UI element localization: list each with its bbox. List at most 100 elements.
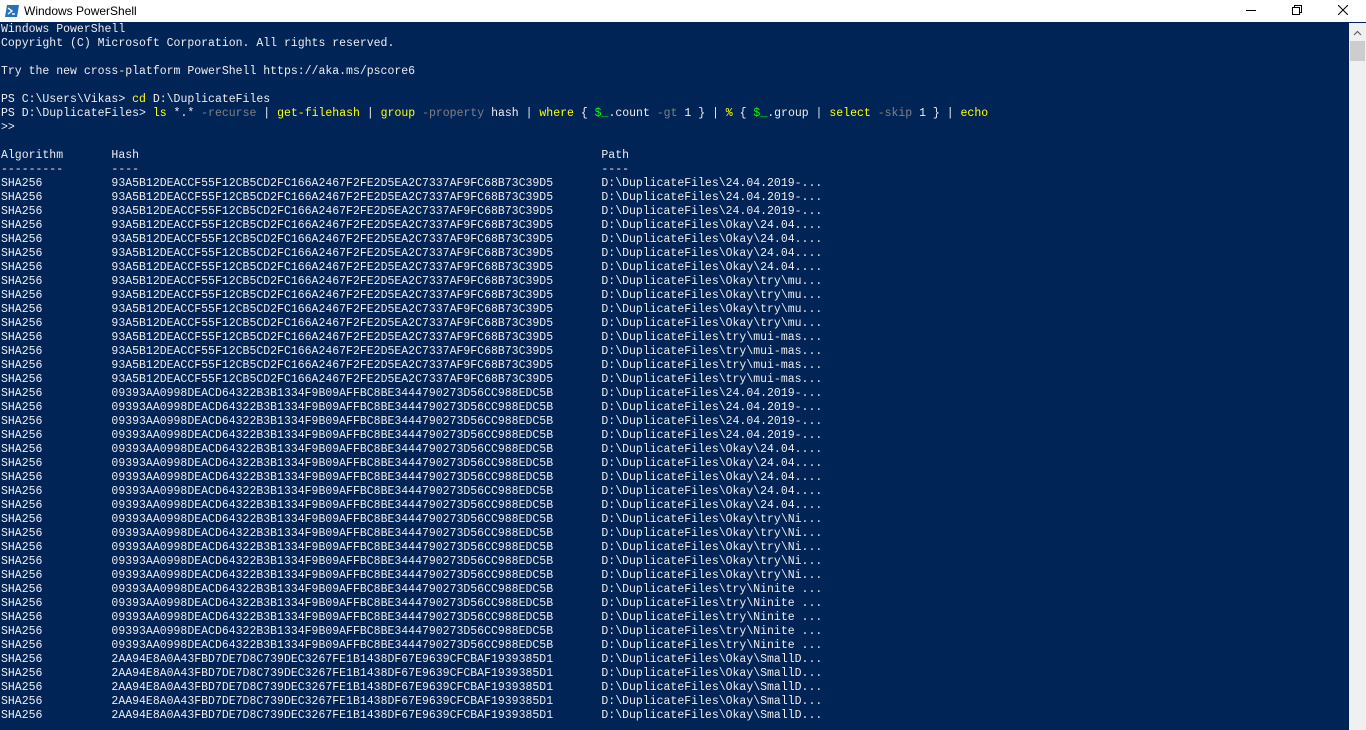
algorithm-cell: SHA256 (1, 387, 112, 400)
algorithm-cell: SHA256 (1, 471, 112, 484)
table-row: SHA256 93A5B12DEACCF55F12CB5CD2FC166A246… (0, 261, 1349, 275)
table-row: SHA256 93A5B12DEACCF55F12CB5CD2FC166A246… (0, 373, 1349, 387)
algorithm-cell: SHA256 (1, 611, 112, 624)
path-cell: D:\DuplicateFiles\Okay\try\Ni... (601, 555, 823, 568)
hash-cell: 09393AA0998DEACD64322B3B1334F9B09AFFBC8B… (111, 429, 602, 442)
banner-line: Try the new cross-platform PowerShell ht… (1, 65, 416, 78)
path-cell: D:\DuplicateFiles\try\Ninite ... (601, 611, 823, 624)
console-output[interactable]: Windows PowerShell Copyright (C) Microso… (0, 23, 1349, 730)
path-cell: ---- (601, 163, 630, 176)
path-cell: D:\DuplicateFiles\Okay\SmallD... (601, 695, 823, 708)
path-cell: D:\DuplicateFiles\Okay\try\Ni... (601, 569, 823, 582)
algorithm-cell: SHA256 (1, 415, 112, 428)
path-cell: D:\DuplicateFiles\Okay\24.04.... (601, 485, 823, 498)
table-header: Algorithm Hash Path (0, 149, 1349, 163)
path-cell: D:\DuplicateFiles\24.04.2019-... (601, 205, 823, 218)
algorithm-cell: SHA256 (1, 275, 112, 288)
prompt-line: PS C:\Users\Vikas> cd D:\DuplicateFiles (0, 93, 1349, 107)
path-cell: D:\DuplicateFiles\try\Ninite ... (601, 583, 823, 596)
path-cell: D:\DuplicateFiles\Okay\SmallD... (601, 709, 823, 722)
maximize-button[interactable] (1274, 0, 1320, 22)
hash-cell: 2AA94E8A0A43FBD7DE7D8C739DEC3267FE1B1438… (111, 695, 602, 708)
table-row: SHA256 09393AA0998DEACD64322B3B1334F9B09… (0, 597, 1349, 611)
parameter-token: -recurse (201, 107, 257, 120)
close-icon (1337, 2, 1349, 20)
window-title: Windows PowerShell (24, 4, 137, 18)
algorithm-cell: SHA256 (1, 709, 112, 722)
path-cell: D:\DuplicateFiles\Okay\24.04.... (601, 457, 823, 470)
table-row: SHA256 09393AA0998DEACD64322B3B1334F9B09… (0, 569, 1349, 583)
hash-cell: 09393AA0998DEACD64322B3B1334F9B09AFFBC8B… (111, 401, 602, 414)
banner-line: Windows PowerShell (1, 23, 126, 36)
prompt-text: PS C:\Users\Vikas> (1, 93, 133, 106)
algorithm-cell: SHA256 (1, 429, 112, 442)
algorithm-cell: SHA256 (1, 205, 112, 218)
continuation-line: >> (1, 121, 15, 134)
table-row: SHA256 2AA94E8A0A43FBD7DE7D8C739DEC3267F… (0, 667, 1349, 681)
table-row: SHA256 2AA94E8A0A43FBD7DE7D8C739DEC3267F… (0, 709, 1349, 723)
path-cell: D:\DuplicateFiles\Okay\24.04.... (601, 499, 823, 512)
table-row: SHA256 09393AA0998DEACD64322B3B1334F9B09… (0, 387, 1349, 401)
minimize-button[interactable] (1228, 0, 1274, 22)
algorithm-cell: SHA256 (1, 485, 112, 498)
algorithm-cell: SHA256 (1, 289, 112, 302)
algorithm-cell: SHA256 (1, 177, 112, 190)
path-cell: D:\DuplicateFiles\Okay\24.04.... (601, 247, 823, 260)
table-row: SHA256 93A5B12DEACCF55F12CB5CD2FC166A246… (0, 289, 1349, 303)
argument-text: D:\DuplicateFiles (145, 93, 271, 106)
table-row: SHA256 09393AA0998DEACD64322B3B1334F9B09… (0, 471, 1349, 485)
path-cell: D:\DuplicateFiles\Okay\24.04.... (601, 471, 823, 484)
algorithm-cell: SHA256 (1, 219, 112, 232)
table-row: SHA256 93A5B12DEACCF55F12CB5CD2FC166A246… (0, 247, 1349, 261)
path-cell: D:\DuplicateFiles\try\mui-mas... (601, 345, 823, 358)
scrollbar-thumb[interactable] (1350, 41, 1365, 61)
hash-cell: 09393AA0998DEACD64322B3B1334F9B09AFFBC8B… (111, 583, 602, 596)
algorithm-cell: SHA256 (1, 373, 112, 386)
text-token: *.* (166, 107, 202, 120)
hash-cell: 93A5B12DEACCF55F12CB5CD2FC166A2467F2FE2D… (111, 177, 602, 190)
vertical-scrollbar[interactable] (1349, 23, 1366, 730)
path-cell: D:\DuplicateFiles\Okay\try\mu... (601, 303, 823, 316)
powershell-icon (5, 4, 19, 18)
path-cell: D:\DuplicateFiles\Okay\SmallD... (601, 681, 823, 694)
table-row: SHA256 2AA94E8A0A43FBD7DE7D8C739DEC3267F… (0, 681, 1349, 695)
path-cell: D:\DuplicateFiles\24.04.2019-... (601, 387, 823, 400)
path-cell: D:\DuplicateFiles\Okay\24.04.... (601, 233, 823, 246)
text-token: { (732, 107, 754, 120)
text-token: .count (608, 107, 657, 120)
table-row: SHA256 93A5B12DEACCF55F12CB5CD2FC166A246… (0, 303, 1349, 317)
scroll-up-button[interactable] (1349, 23, 1366, 40)
path-cell: D:\DuplicateFiles\Okay\try\Ni... (601, 527, 823, 540)
hash-cell: 93A5B12DEACCF55F12CB5CD2FC166A2467F2FE2D… (111, 261, 602, 274)
chevron-up-icon (1353, 23, 1362, 41)
algorithm-cell: SHA256 (1, 681, 112, 694)
hash-cell: 93A5B12DEACCF55F12CB5CD2FC166A2467F2FE2D… (111, 345, 602, 358)
path-cell: D:\DuplicateFiles\Okay\24.04.... (601, 443, 823, 456)
hash-cell: 93A5B12DEACCF55F12CB5CD2FC166A2467F2FE2D… (111, 303, 602, 316)
hash-cell: 09393AA0998DEACD64322B3B1334F9B09AFFBC8B… (111, 415, 602, 428)
algorithm-cell: SHA256 (1, 513, 112, 526)
path-cell: D:\DuplicateFiles\24.04.2019-... (601, 191, 823, 204)
algorithm-cell: SHA256 (1, 331, 112, 344)
table-row: SHA256 09393AA0998DEACD64322B3B1334F9B09… (0, 513, 1349, 527)
table-row: SHA256 09393AA0998DEACD64322B3B1334F9B09… (0, 429, 1349, 443)
variable-token: $_ (753, 107, 768, 120)
hash-cell: 09393AA0998DEACD64322B3B1334F9B09AFFBC8B… (111, 499, 602, 512)
title-bar[interactable]: Windows PowerShell (0, 0, 1366, 22)
path-cell: D:\DuplicateFiles\24.04.2019-... (601, 401, 823, 414)
table-row: SHA256 09393AA0998DEACD64322B3B1334F9B09… (0, 485, 1349, 499)
algorithm-cell: SHA256 (1, 359, 112, 372)
path-cell: D:\DuplicateFiles\Okay\try\mu... (601, 275, 823, 288)
algorithm-cell: SHA256 (1, 499, 112, 512)
close-button[interactable] (1320, 0, 1366, 22)
table-row: SHA256 93A5B12DEACCF55F12CB5CD2FC166A246… (0, 191, 1349, 205)
table-row: SHA256 09393AA0998DEACD64322B3B1334F9B09… (0, 583, 1349, 597)
hash-cell: 2AA94E8A0A43FBD7DE7D8C739DEC3267FE1B1438… (111, 709, 602, 722)
text-token: 1 } | (912, 107, 961, 120)
text-token: { (573, 107, 595, 120)
algorithm-cell: SHA256 (1, 639, 112, 652)
hash-cell: 2AA94E8A0A43FBD7DE7D8C739DEC3267FE1B1438… (111, 653, 602, 666)
hash-cell: 2AA94E8A0A43FBD7DE7D8C739DEC3267FE1B1438… (111, 667, 602, 680)
algorithm-cell: SHA256 (1, 247, 112, 260)
